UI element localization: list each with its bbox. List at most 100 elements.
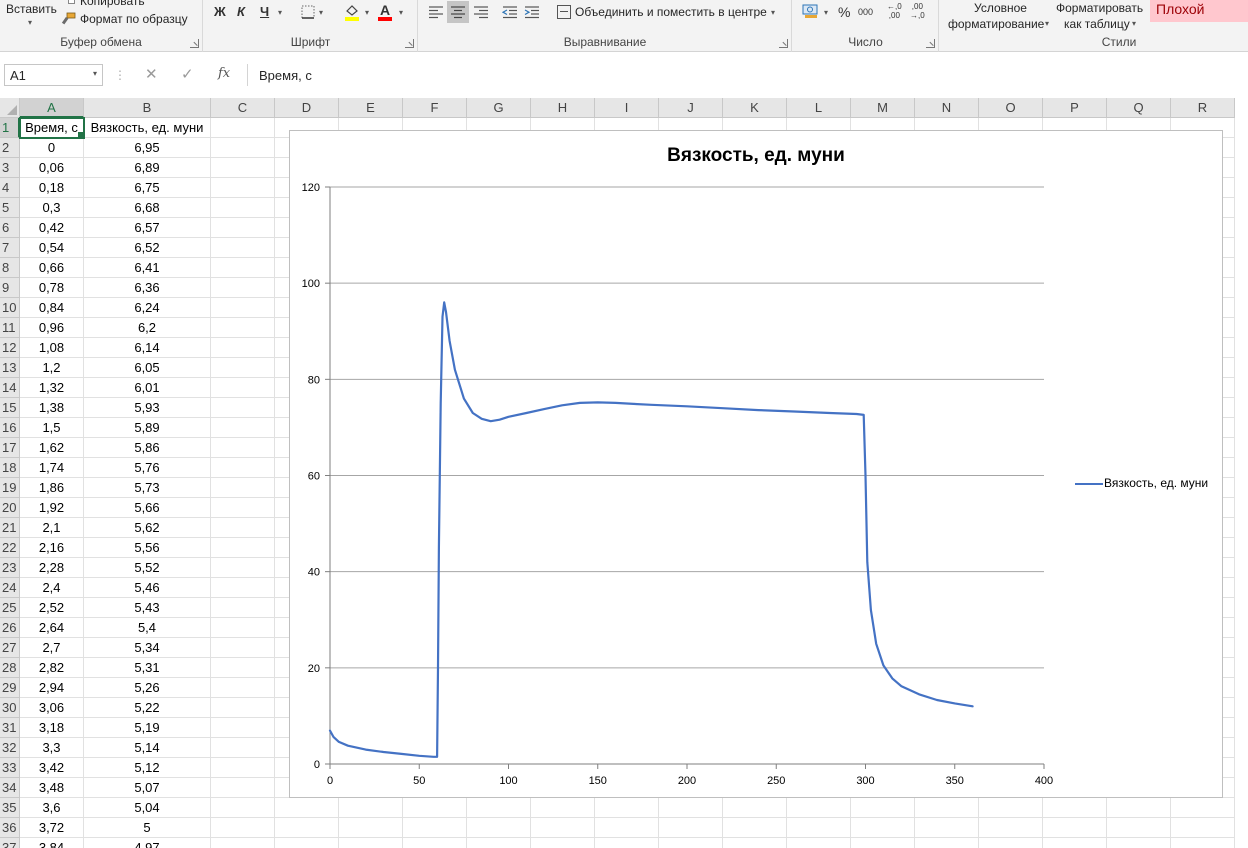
- cell-i37[interactable]: [595, 838, 659, 848]
- cell-g36[interactable]: [467, 818, 531, 838]
- underline-button[interactable]: Ч: [260, 4, 269, 20]
- bold-button[interactable]: Ж: [214, 4, 226, 20]
- cell-a18[interactable]: 1,74: [20, 458, 84, 478]
- cell-c36[interactable]: [211, 818, 275, 838]
- cell-f37[interactable]: [403, 838, 467, 848]
- format-as-table-line1[interactable]: Форматировать: [1056, 1, 1143, 15]
- cell-b12[interactable]: 6,14: [84, 338, 211, 358]
- cell-a26[interactable]: 2,64: [20, 618, 84, 638]
- align-right-icon[interactable]: [473, 5, 489, 19]
- cell-b3[interactable]: 6,89: [84, 158, 211, 178]
- cell-b33[interactable]: 5,12: [84, 758, 211, 778]
- cell-q37[interactable]: [1107, 838, 1171, 848]
- cell-b21[interactable]: 5,62: [84, 518, 211, 538]
- row-header[interactable]: 25: [0, 598, 20, 618]
- align-left-icon[interactable]: [428, 5, 444, 19]
- column-header-c[interactable]: C: [211, 98, 275, 118]
- merge-center-button[interactable]: Объединить и поместить в центре: [575, 5, 767, 19]
- cell-c8[interactable]: [211, 258, 275, 278]
- cell-b17[interactable]: 5,86: [84, 438, 211, 458]
- copy-button[interactable]: Копировать: [80, 0, 145, 8]
- cell-a13[interactable]: 1,2: [20, 358, 84, 378]
- cell-b22[interactable]: 5,56: [84, 538, 211, 558]
- cell-b25[interactable]: 5,43: [84, 598, 211, 618]
- cell-b10[interactable]: 6,24: [84, 298, 211, 318]
- percent-style-button[interactable]: %: [838, 4, 850, 20]
- cell-a19[interactable]: 1,86: [20, 478, 84, 498]
- column-header-j[interactable]: J: [659, 98, 723, 118]
- cancel-icon[interactable]: ✕: [145, 65, 158, 83]
- number-dialog-launcher-icon[interactable]: [926, 39, 935, 48]
- cell-b5[interactable]: 6,68: [84, 198, 211, 218]
- cell-l36[interactable]: [787, 818, 851, 838]
- cell-c21[interactable]: [211, 518, 275, 538]
- cell-b30[interactable]: 5,22: [84, 698, 211, 718]
- row-header[interactable]: 5: [0, 198, 20, 218]
- column-header-l[interactable]: L: [787, 98, 851, 118]
- row-header[interactable]: 10: [0, 298, 20, 318]
- cell-r36[interactable]: [1171, 818, 1235, 838]
- borders-icon[interactable]: [301, 5, 315, 19]
- cell-r37[interactable]: [1171, 838, 1235, 848]
- row-header[interactable]: 28: [0, 658, 20, 678]
- cell-c7[interactable]: [211, 238, 275, 258]
- insert-function-button[interactable]: fx: [218, 66, 230, 81]
- cell-c13[interactable]: [211, 358, 275, 378]
- row-header[interactable]: 33: [0, 758, 20, 778]
- cell-c9[interactable]: [211, 278, 275, 298]
- cell-a35[interactable]: 3,6: [20, 798, 84, 818]
- cell-b4[interactable]: 6,75: [84, 178, 211, 198]
- row-header[interactable]: 27: [0, 638, 20, 658]
- cell-i35[interactable]: [595, 798, 659, 818]
- cell-c11[interactable]: [211, 318, 275, 338]
- legend-series-label[interactable]: Вязкость, ед. муни: [1104, 476, 1208, 490]
- cell-b11[interactable]: 6,2: [84, 318, 211, 338]
- conditional-formatting-line1[interactable]: Условное: [974, 1, 1027, 15]
- column-header-d[interactable]: D: [275, 98, 339, 118]
- cell-f36[interactable]: [403, 818, 467, 838]
- font-color-dropdown-icon[interactable]: ▾: [399, 8, 403, 17]
- row-header[interactable]: 17: [0, 438, 20, 458]
- cell-c5[interactable]: [211, 198, 275, 218]
- cell-b2[interactable]: 6,95: [84, 138, 211, 158]
- cell-a27[interactable]: 2,7: [20, 638, 84, 658]
- cell-c27[interactable]: [211, 638, 275, 658]
- cell-b8[interactable]: 6,41: [84, 258, 211, 278]
- cell-b19[interactable]: 5,73: [84, 478, 211, 498]
- cell-b24[interactable]: 5,46: [84, 578, 211, 598]
- cell-a10[interactable]: 0,84: [20, 298, 84, 318]
- cell-c23[interactable]: [211, 558, 275, 578]
- bad-cell-style[interactable]: Плохой: [1150, 0, 1248, 22]
- row-header[interactable]: 30: [0, 698, 20, 718]
- row-header[interactable]: 37: [0, 838, 20, 848]
- row-header[interactable]: 21: [0, 518, 20, 538]
- cell-a12[interactable]: 1,08: [20, 338, 84, 358]
- row-header[interactable]: 36: [0, 818, 20, 838]
- cell-g37[interactable]: [467, 838, 531, 848]
- alignment-dialog-launcher-icon[interactable]: [779, 39, 788, 48]
- column-header-m[interactable]: M: [851, 98, 915, 118]
- accounting-format-dropdown-icon[interactable]: ▾: [824, 8, 828, 17]
- column-header-r[interactable]: R: [1171, 98, 1235, 118]
- row-header[interactable]: 3: [0, 158, 20, 178]
- cell-h36[interactable]: [531, 818, 595, 838]
- cell-a28[interactable]: 2,82: [20, 658, 84, 678]
- column-header-f[interactable]: F: [403, 98, 467, 118]
- column-header-b[interactable]: B: [84, 98, 211, 118]
- clipboard-dialog-launcher-icon[interactable]: [190, 39, 199, 48]
- row-header[interactable]: 29: [0, 678, 20, 698]
- cell-b15[interactable]: 5,93: [84, 398, 211, 418]
- cell-c10[interactable]: [211, 298, 275, 318]
- cell-a1[interactable]: Время, с: [19, 117, 85, 139]
- cell-a5[interactable]: 0,3: [20, 198, 84, 218]
- cell-b9[interactable]: 6,36: [84, 278, 211, 298]
- format-painter-button[interactable]: Формат по образцу: [80, 12, 188, 26]
- column-header-p[interactable]: P: [1043, 98, 1107, 118]
- cell-c24[interactable]: [211, 578, 275, 598]
- column-header-q[interactable]: Q: [1107, 98, 1171, 118]
- cell-a4[interactable]: 0,18: [20, 178, 84, 198]
- cell-m37[interactable]: [851, 838, 915, 848]
- cell-l37[interactable]: [787, 838, 851, 848]
- row-header[interactable]: 14: [0, 378, 20, 398]
- cell-k37[interactable]: [723, 838, 787, 848]
